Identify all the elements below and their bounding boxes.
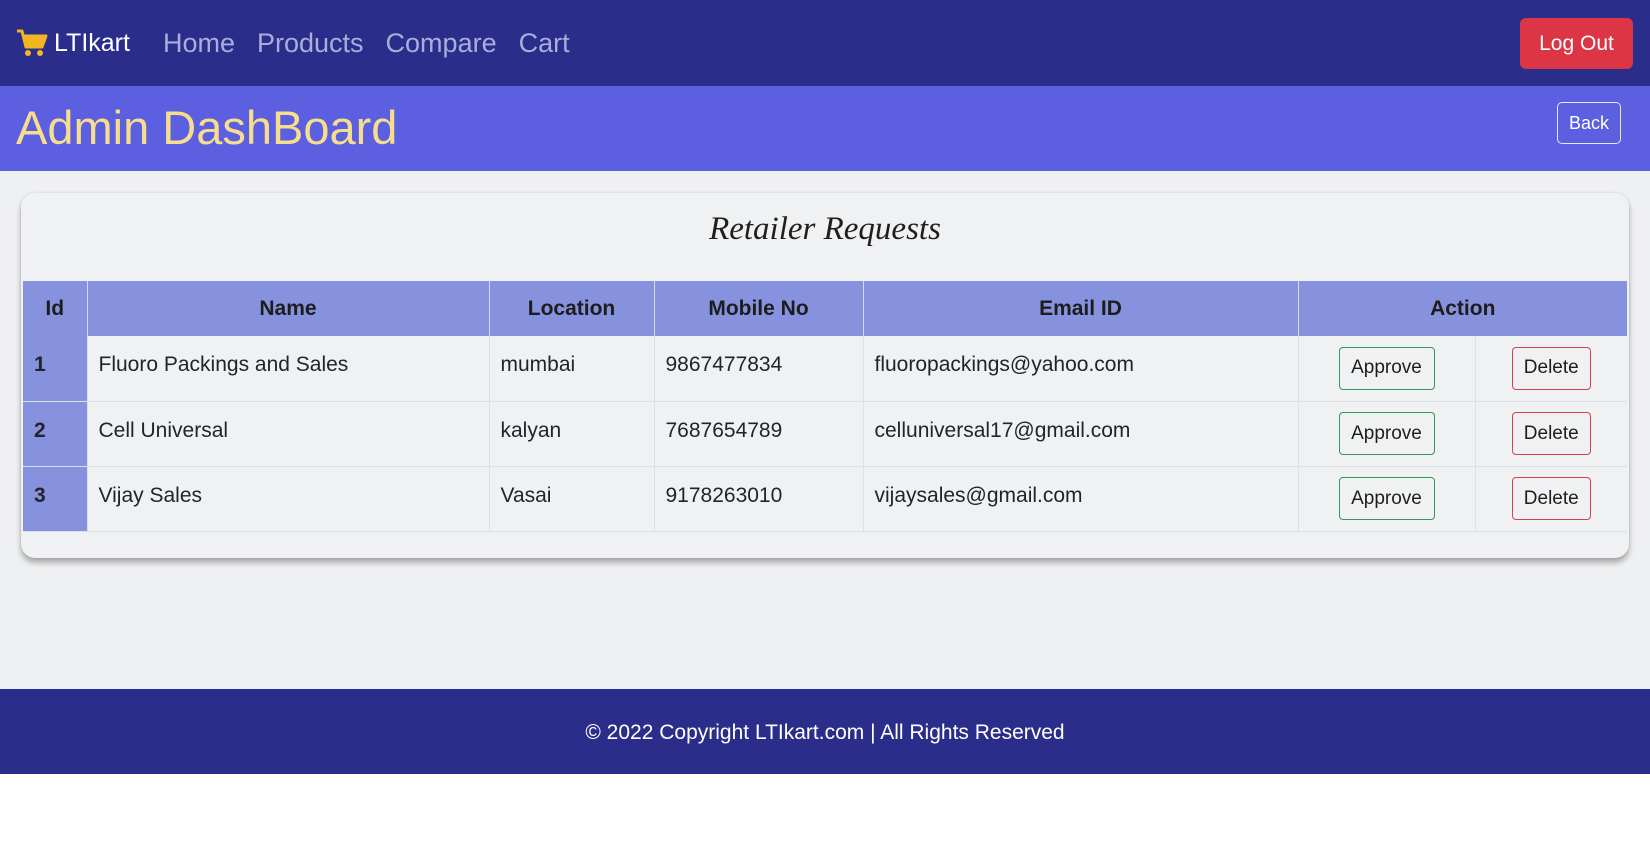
row-id: 2 (23, 401, 88, 467)
row-name: Cell Universal (87, 401, 490, 467)
nav-link-compare[interactable]: Compare (386, 28, 497, 59)
delete-button[interactable]: Delete (1511, 412, 1591, 455)
retailer-requests-card: Retailer Requests Id Name Location Mobil… (21, 193, 1629, 558)
row-delete-cell: Delete (1475, 401, 1627, 467)
nav-links: Home Products Compare Cart (152, 28, 581, 59)
column-header-email: Email ID (863, 281, 1299, 336)
delete-button[interactable]: Delete (1511, 477, 1591, 520)
nav-link-home[interactable]: Home (163, 28, 235, 59)
row-approve-cell: Approve (1298, 336, 1476, 402)
nav-link-cart[interactable]: Cart (519, 28, 570, 59)
row-mobile: 9178263010 (654, 466, 864, 532)
page-title: Admin DashBoard (16, 101, 398, 154)
nav-link-products[interactable]: Products (257, 28, 364, 59)
row-location: mumbai (489, 336, 655, 402)
card-title: Retailer Requests (709, 211, 941, 247)
row-approve-cell: Approve (1298, 466, 1476, 532)
row-id: 3 (23, 466, 88, 532)
logout-button[interactable]: Log Out (1520, 18, 1633, 69)
column-header-name: Name (87, 281, 490, 336)
back-button[interactable]: Back (1557, 102, 1621, 144)
retailer-requests-table: Id Name Location Mobile No Email ID Acti… (23, 281, 1627, 532)
table-row: 1 Fluoro Packings and Sales mumbai 98674… (23, 336, 1627, 402)
top-navbar: LTIkart Home Products Compare Cart Log O… (0, 0, 1650, 86)
page-footer: © 2022 Copyright LTIkart.com | All Right… (0, 689, 1650, 774)
approve-button[interactable]: Approve (1338, 346, 1435, 390)
column-header-action: Action (1298, 281, 1627, 336)
copyright-text: © 2022 Copyright LTIkart.com | All Right… (585, 721, 1065, 744)
row-email: vijaysales@gmail.com (863, 466, 1299, 532)
brand-link[interactable]: LTIkart (16, 28, 130, 58)
delete-button[interactable]: Delete (1511, 346, 1591, 390)
table-row: 3 Vijay Sales Vasai 9178263010 vijaysale… (23, 466, 1627, 532)
row-mobile: 7687654789 (654, 401, 864, 467)
row-name: Vijay Sales (87, 466, 490, 532)
shopping-cart-icon (16, 28, 48, 58)
column-header-id: Id (23, 281, 88, 336)
row-name: Fluoro Packings and Sales (87, 336, 490, 402)
brand-name: LTIkart (54, 28, 130, 57)
row-approve-cell: Approve (1298, 401, 1476, 467)
row-email: fluoropackings@yahoo.com (863, 336, 1299, 402)
row-location: Vasai (489, 466, 655, 532)
column-header-location: Location (489, 281, 655, 336)
row-location: kalyan (489, 401, 655, 467)
row-id: 1 (23, 336, 88, 402)
column-header-mobile: Mobile No (654, 281, 864, 336)
row-email: celluniversal17@gmail.com (863, 401, 1299, 467)
row-delete-cell: Delete (1475, 336, 1627, 402)
approve-button[interactable]: Approve (1338, 412, 1435, 455)
main-content: Retailer Requests Id Name Location Mobil… (0, 171, 1650, 689)
row-mobile: 9867477834 (654, 336, 864, 402)
table-header-row: Id Name Location Mobile No Email ID Acti… (23, 281, 1627, 336)
approve-button[interactable]: Approve (1338, 477, 1435, 520)
table-row: 2 Cell Universal kalyan 7687654789 cellu… (23, 401, 1627, 467)
page-header: Admin DashBoard Back (0, 86, 1650, 171)
row-delete-cell: Delete (1475, 466, 1627, 532)
